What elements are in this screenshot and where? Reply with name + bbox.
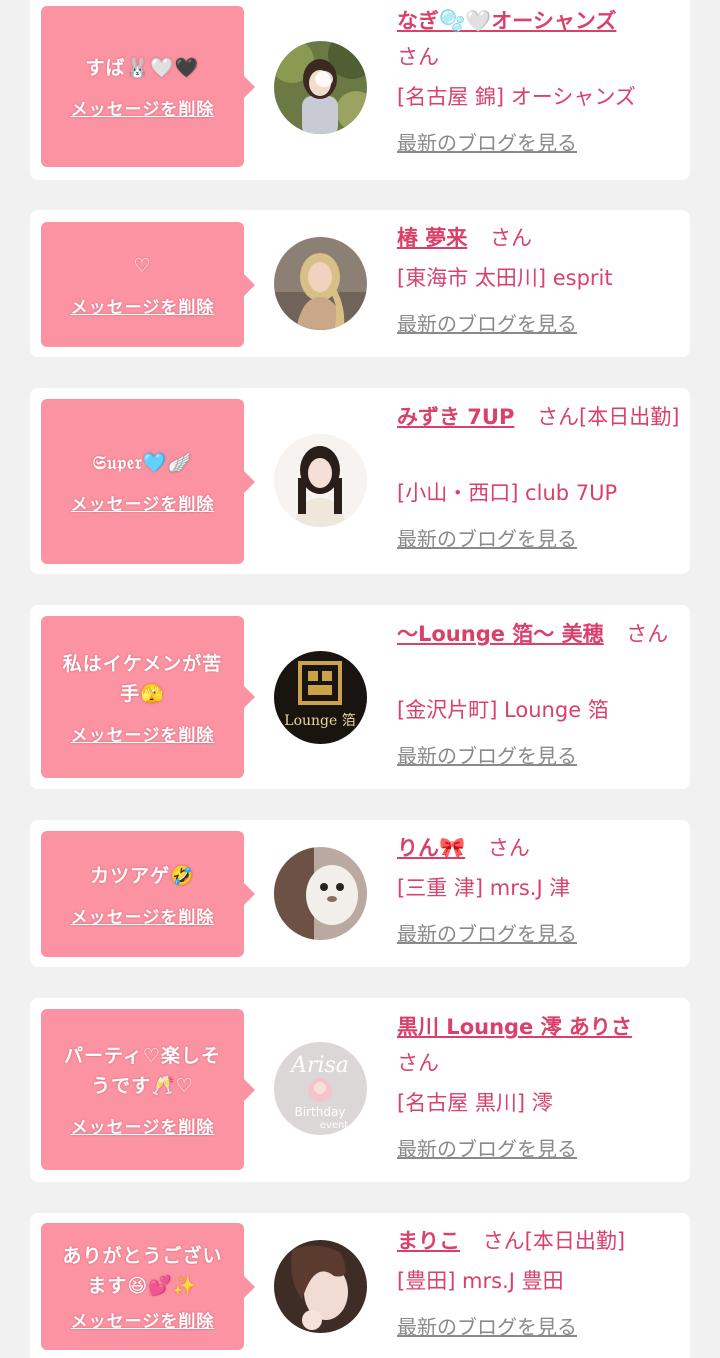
message-bubble: ♡ メッセージを削除: [41, 222, 255, 347]
latest-blog-link[interactable]: 最新のブログを見る: [397, 1137, 577, 1161]
shop-location: [名古屋 黒川] 澪: [397, 1091, 553, 1115]
shop-location: [豊田] mrs.J 豊田: [397, 1269, 564, 1293]
logo-lounge-text: Lounge 箔: [284, 713, 355, 729]
message-text: ありがとうござい ます😆💕✨: [62, 1245, 223, 1297]
message-text: パーティ♡楽しそ うです🥂♡: [64, 1045, 221, 1097]
message-bubble: ありがとうござい ます😆💕✨ メッセージを削除: [41, 1223, 255, 1350]
profile-name-link[interactable]: まりこ: [397, 1229, 460, 1253]
latest-blog-link[interactable]: 最新のブログを見る: [397, 1315, 577, 1339]
profile-name-link[interactable]: 椿 夢来: [397, 226, 467, 250]
profile-info: りん🎀 さん [三重 津] mrs.J 津 最新のブログを見る: [397, 830, 682, 952]
message-card: ♡ メッセージを削除 椿 夢来 さん [東海市 太田川] esprit 最新のブ…: [30, 210, 690, 357]
honorific: さん: [397, 1051, 439, 1075]
message-card: 私はイケメンが苦 手🫣 メッセージを削除 Lounge 箔 〜Lounge 箔〜…: [30, 605, 690, 789]
shop-location: [金沢片町] Lounge 箔: [397, 698, 609, 722]
profile-name-link[interactable]: 黒川 Lounge 澪 ありさ: [397, 1015, 632, 1039]
avatar[interactable]: [274, 847, 367, 940]
latest-blog-link[interactable]: 最新のブログを見る: [397, 744, 577, 768]
avatar[interactable]: Arisa Birthday event: [274, 1042, 367, 1135]
message-list: すば🐰🤍🖤 メッセージを削除 なぎ🫧🤍オーシャンズ さん [名古屋 錦] オーシ…: [0, 0, 720, 1358]
latest-blog-link[interactable]: 最新のブログを見る: [397, 922, 577, 946]
avatar[interactable]: [274, 41, 367, 134]
avatar-birthday-text: Birthday: [295, 1105, 346, 1119]
latest-blog-link[interactable]: 最新のブログを見る: [397, 131, 577, 155]
delete-message-link[interactable]: メッセージを削除: [71, 1113, 215, 1138]
avatar[interactable]: [274, 237, 367, 330]
honorific: さん: [487, 836, 530, 860]
message-card: すば🐰🤍🖤 メッセージを削除 なぎ🫧🤍オーシャンズ さん [名古屋 錦] オーシ…: [30, 0, 690, 180]
profile-info: 椿 夢来 さん [東海市 太田川] esprit 最新のブログを見る: [397, 220, 682, 342]
profile-info: なぎ🫧🤍オーシャンズ さん [名古屋 錦] オーシャンズ 最新のブログを見る: [397, 3, 682, 161]
shop-location: [東海市 太田川] esprit: [397, 266, 613, 290]
honorific: さん[本日出勤]: [537, 405, 680, 429]
honorific: さん: [397, 45, 439, 69]
shop-location: [三重 津] mrs.J 津: [397, 876, 571, 900]
avatar[interactable]: Lounge 箔: [274, 651, 367, 744]
delete-message-link[interactable]: メッセージを削除: [71, 95, 215, 120]
profile-name-link[interactable]: 〜Lounge 箔〜 美穂: [397, 622, 604, 646]
message-text: カツアゲ🤣: [90, 864, 195, 887]
profile-info: 〜Lounge 箔〜 美穂 さん [金沢片町] Lounge 箔 最新のブログを…: [397, 616, 682, 774]
honorific: さん: [626, 622, 669, 646]
message-bubble: すば🐰🤍🖤 メッセージを削除: [41, 6, 255, 167]
avatar-event-text: event: [320, 1120, 349, 1131]
profile-name-link[interactable]: みずき 7UP: [397, 405, 514, 429]
delete-message-link[interactable]: メッセージを削除: [71, 721, 215, 746]
avatar[interactable]: [274, 434, 367, 527]
profile-info: 黒川 Lounge 澪 ありさ さん [名古屋 黒川] 澪 最新のブログを見る: [397, 1009, 682, 1167]
message-text: すば🐰🤍🖤: [85, 57, 200, 79]
latest-blog-link[interactable]: 最新のブログを見る: [397, 312, 577, 336]
profile-info: みずき 7UP さん[本日出勤] [小山・西口] club 7UP 最新のブログ…: [397, 399, 682, 557]
message-card: ありがとうござい ます😆💕✨ メッセージを削除 まりこ さん[本日出勤] [豊田…: [30, 1213, 690, 1358]
message-bubble: カツアゲ🤣 メッセージを削除: [41, 831, 255, 957]
profile-info: まりこ さん[本日出勤] [豊田] mrs.J 豊田 最新のブログを見る: [397, 1223, 682, 1345]
honorific: さん[本日出勤]: [482, 1229, 626, 1253]
message-card: カツアゲ🤣 メッセージを削除 りん🎀 さん [三重 津] mrs.J 津 最新の…: [30, 820, 690, 967]
shop-location: [小山・西口] club 7UP: [397, 481, 618, 505]
message-text: ♡: [133, 255, 152, 277]
message-text: 私はイケメンが苦 手🫣: [62, 652, 223, 705]
shop-location: [名古屋 錦] オーシャンズ: [397, 85, 636, 109]
delete-message-link[interactable]: メッセージを削除: [71, 903, 215, 928]
delete-message-link[interactable]: メッセージを削除: [71, 490, 215, 515]
latest-blog-link[interactable]: 最新のブログを見る: [397, 527, 577, 551]
message-bubble: パーティ♡楽しそ うです🥂♡ メッセージを削除: [41, 1009, 255, 1170]
profile-name-link[interactable]: りん🎀: [397, 836, 465, 860]
avatar-arisa-text: Arisa: [289, 1053, 349, 1078]
message-card: パーティ♡楽しそ うです🥂♡ メッセージを削除 Arisa Birthday e…: [30, 998, 690, 1182]
message-card: 𝔖𝔲𝔭𝔢𝔯🩵🪽 メッセージを削除 みずき 7UP さん[本日出勤] [小山・西口…: [30, 388, 690, 574]
message-bubble: 私はイケメンが苦 手🫣 メッセージを削除: [41, 616, 255, 778]
honorific: さん: [490, 226, 532, 250]
profile-name-link[interactable]: なぎ🫧🤍オーシャンズ: [397, 9, 616, 33]
avatar[interactable]: [274, 1240, 367, 1333]
delete-message-link[interactable]: メッセージを削除: [71, 293, 215, 318]
delete-message-link[interactable]: メッセージを削除: [71, 1307, 215, 1332]
message-bubble: 𝔖𝔲𝔭𝔢𝔯🩵🪽 メッセージを削除: [41, 399, 255, 564]
message-text: 𝔖𝔲𝔭𝔢𝔯🩵🪽: [92, 452, 193, 474]
